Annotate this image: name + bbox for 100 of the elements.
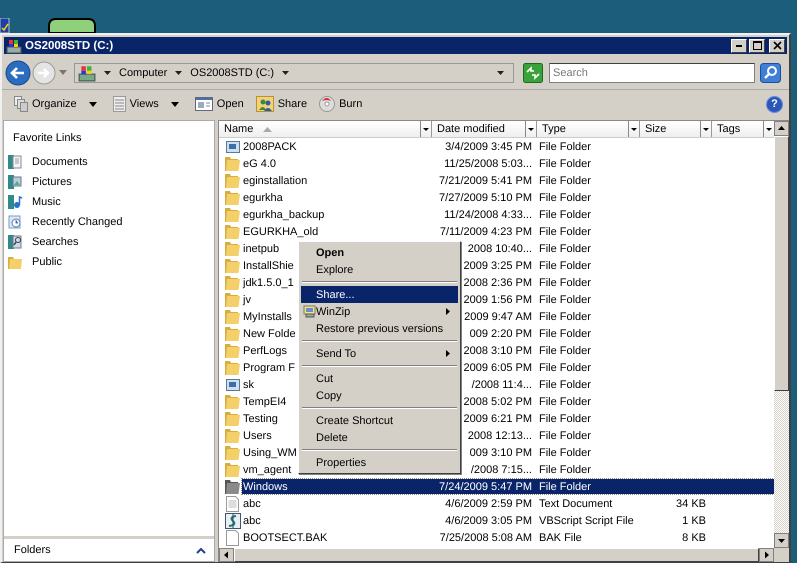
file-name[interactable]: Using_WM [243, 446, 297, 458]
search-button[interactable] [760, 62, 781, 82]
toolbar-button[interactable]: Share [252, 94, 312, 114]
file-type: File Folder [539, 480, 591, 492]
menu-item[interactable]: Cut [301, 370, 458, 387]
shortcut-icon[interactable] [0, 18, 10, 33]
file-name[interactable]: egurkha_backup [243, 208, 324, 220]
dropdown-caret-icon[interactable] [497, 70, 504, 74]
favorite-link[interactable]: Pictures [4, 172, 214, 192]
toolbar-button[interactable]: Organize [10, 94, 105, 114]
file-name[interactable]: jv [243, 294, 251, 306]
column-header[interactable]: Type [537, 121, 640, 137]
scroll-left-button[interactable] [219, 548, 234, 562]
file-name[interactable]: abc [243, 514, 261, 526]
file-name[interactable]: Windows [243, 480, 288, 492]
help-button[interactable]: ? [766, 96, 783, 112]
caret-icon[interactable] [175, 70, 182, 74]
close-button[interactable] [769, 38, 785, 52]
file-name[interactable]: MyInstalls [243, 310, 292, 322]
menu-item[interactable]: Open [301, 244, 458, 261]
column-header[interactable]: Date modified [432, 121, 537, 137]
file-name[interactable]: inetpub [243, 242, 280, 254]
file-name[interactable]: InstallShie [243, 260, 294, 272]
file-name[interactable]: New Folde [243, 328, 296, 340]
address-field[interactable]: Computer OS2008STD (C:) [74, 62, 514, 82]
file-name[interactable]: eginstallation [243, 174, 308, 186]
menu-item[interactable]: Properties [301, 454, 458, 471]
toolbar-button[interactable]: Burn [315, 94, 366, 114]
menu-item[interactable]: Create Shortcut [301, 412, 458, 429]
date-modified: 2008 12:13... [468, 430, 532, 442]
favorite-link[interactable]: Public [4, 252, 214, 272]
folder-icon [225, 480, 240, 494]
column-dropdown-icon[interactable] [420, 121, 431, 137]
maximize-button[interactable] [749, 38, 765, 52]
file-name[interactable]: Testing [243, 412, 278, 424]
menu-item[interactable]: Send To [301, 345, 458, 362]
file-name[interactable]: BOOTSECT.BAK [243, 532, 328, 544]
caret-icon [170, 102, 179, 106]
file-name[interactable]: egurkha [243, 192, 283, 204]
scroll-thumb[interactable] [774, 136, 789, 391]
breadcrumb[interactable]: OS2008STD (C:) [190, 66, 274, 78]
app-icon[interactable] [48, 18, 96, 33]
menu-item[interactable]: Explore [301, 261, 458, 278]
file-name[interactable]: TempEI4 [243, 396, 286, 408]
scroll-down-button[interactable] [774, 533, 789, 548]
caret-icon[interactable] [104, 70, 111, 74]
back-button[interactable] [5, 60, 31, 86]
disc-icon [319, 96, 336, 112]
menu-item[interactable]: Copy [301, 387, 458, 404]
file-icon [226, 530, 239, 546]
favorite-link[interactable]: Recently Changed [4, 212, 214, 232]
file-name[interactable]: Program F [243, 362, 295, 374]
search-field[interactable]: Search [549, 62, 755, 82]
column-header[interactable]: Size [640, 121, 712, 137]
history-caret-icon[interactable] [59, 70, 67, 75]
toolbar-button[interactable]: Open [190, 95, 248, 113]
favorite-link[interactable]: Documents [4, 152, 214, 172]
folder-icon [225, 292, 240, 306]
menu-item[interactable]: WinZip [301, 303, 458, 320]
file-size: 8 KB [682, 532, 706, 544]
file-name[interactable]: PerfLogs [243, 344, 288, 356]
chevron-icon[interactable] [196, 546, 206, 554]
date-modified: 3/4/2009 3:45 PM [445, 140, 532, 152]
column-header[interactable]: Name [219, 121, 432, 137]
vertical-scrollbar[interactable] [774, 121, 789, 548]
toolbar-button[interactable]: Views [108, 94, 187, 114]
scroll-right-button[interactable] [759, 548, 774, 562]
file-type: File Folder [539, 328, 591, 340]
scroll-up-button[interactable] [774, 121, 789, 136]
file-name[interactable]: 2008PACK [243, 140, 297, 152]
file-type: File Folder [539, 192, 591, 204]
column-header[interactable]: Tags [712, 121, 774, 137]
close-icon [772, 41, 782, 50]
favorite-link[interactable]: Music [4, 192, 214, 212]
favorite-link[interactable]: Searches [4, 232, 214, 252]
column-dropdown-icon[interactable] [763, 121, 774, 137]
file-name[interactable]: eG 4.0 [243, 158, 276, 170]
file-name[interactable]: vm_agent [243, 464, 292, 476]
date-modified: 7/27/2009 5:10 PM [439, 192, 532, 204]
column-dropdown-icon[interactable] [628, 121, 639, 137]
file-type: File Folder [539, 226, 591, 238]
breadcrumb[interactable]: Computer [119, 66, 168, 78]
refresh-button[interactable] [523, 62, 543, 82]
column-dropdown-icon[interactable] [525, 121, 536, 137]
menu-item[interactable]: Restore previous versions [301, 320, 458, 337]
date-modified: 7/24/2009 5:47 PM [439, 480, 532, 492]
file-type: File Folder [539, 344, 591, 356]
file-name[interactable]: jdk1.5.0_1 [243, 276, 294, 288]
menu-item[interactable]: Delete [301, 429, 458, 446]
file-type: File Folder [539, 396, 591, 408]
folders-bar[interactable]: Folders [4, 536, 214, 561]
file-name[interactable]: sk [243, 378, 254, 390]
file-name[interactable]: abc [243, 498, 261, 510]
minimize-button[interactable] [731, 38, 747, 52]
file-name[interactable]: EGURKHA_old [243, 226, 318, 238]
file-name[interactable]: Users [243, 430, 272, 442]
file-type: File Folder [539, 362, 591, 374]
menu-item[interactable]: Share... [301, 286, 458, 303]
column-dropdown-icon[interactable] [700, 121, 711, 137]
caret-icon[interactable] [282, 70, 290, 74]
